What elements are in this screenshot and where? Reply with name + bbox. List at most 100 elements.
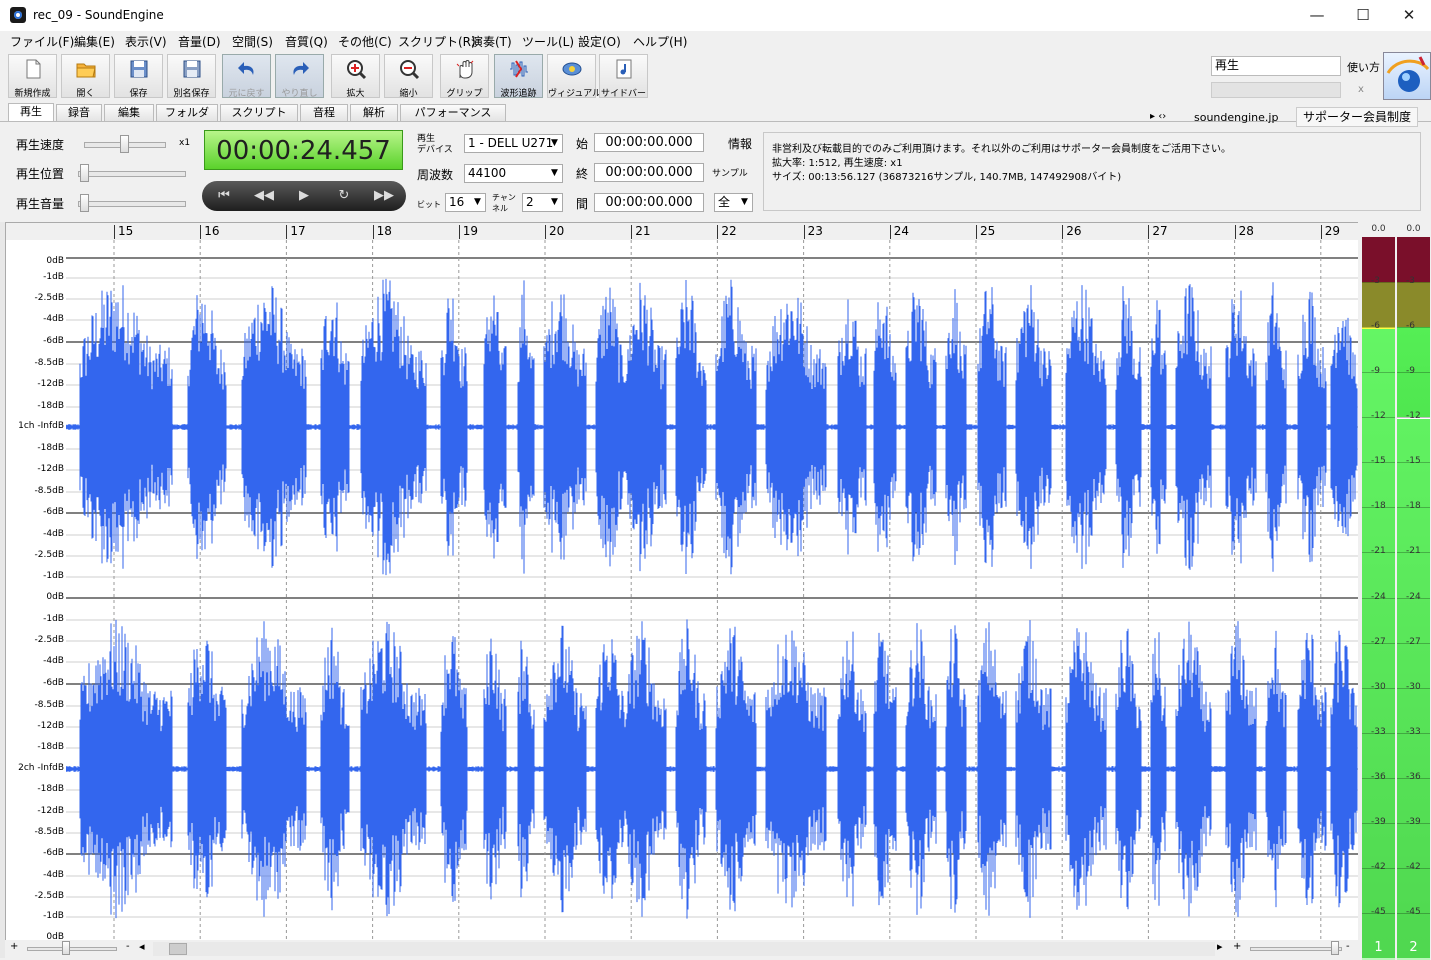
menu-edit[interactable]: 編集(E)	[74, 33, 115, 50]
start-time-field[interactable]: 00:00:00.000	[594, 133, 704, 152]
help-close-x[interactable]: x	[1358, 84, 1364, 95]
channel-select[interactable]: 2 ▼	[522, 193, 563, 212]
tab-pitch[interactable]: 音程	[300, 104, 348, 121]
zoom-slider-right[interactable]	[1250, 947, 1342, 951]
tab-script[interactable]: スクリプト	[220, 104, 298, 121]
length-time-field[interactable]: 00:00:00.000	[594, 193, 704, 212]
zoom-in-button[interactable]: 拡大	[331, 54, 380, 99]
speed-slider-thumb[interactable]	[120, 135, 129, 153]
zoom-out-label: 縮小	[399, 89, 418, 99]
tab-analysis[interactable]: 解析	[350, 104, 398, 121]
info-line-1: 非営利及び転載目的でのみご利用頂けます。それ以外のご利用はサポーター会員制度をご…	[772, 144, 1231, 155]
waveform-canvas[interactable]	[66, 240, 1358, 940]
help-search-field[interactable]: 再生	[1211, 56, 1341, 76]
grip-hand-icon	[456, 60, 474, 79]
redo-button[interactable]: やり直し	[275, 54, 324, 99]
info-panel: 非営利及び転載目的でのみご利用頂けます。それ以外のご利用はサポーター会員制度をご…	[763, 132, 1421, 211]
save-as-button[interactable]: 別名保存	[167, 54, 216, 99]
ruler-tick	[717, 225, 719, 239]
soundengine-logo[interactable]	[1383, 52, 1431, 100]
usage-label[interactable]: 使い方	[1347, 59, 1380, 75]
menu-view[interactable]: 表示(V)	[125, 33, 167, 50]
meter-scale-label: -15	[1371, 456, 1386, 467]
minimize-button[interactable]: —	[1294, 0, 1340, 31]
tab-record[interactable]: 録音	[56, 104, 102, 121]
volume-slider-thumb[interactable]	[80, 194, 89, 212]
tab-play[interactable]: 再生	[8, 103, 54, 122]
scroll-right-button[interactable]: ▸	[1217, 940, 1223, 953]
skip-start-button[interactable]: ⏮	[204, 181, 244, 211]
menu-volume[interactable]: 音量(D)	[178, 33, 221, 50]
menu-settings[interactable]: 設定(O)	[578, 33, 621, 50]
db-scale-label: -2.5dB	[34, 550, 64, 560]
menu-space[interactable]: 空間(S)	[232, 33, 273, 50]
zoom-slider-left[interactable]	[27, 947, 117, 951]
wave-track-button[interactable]: 波形追跡	[494, 54, 543, 99]
maximize-button[interactable]: ☐	[1340, 0, 1386, 31]
zoom-plus-left[interactable]: +	[10, 941, 18, 952]
play-button[interactable]: ▶	[284, 181, 324, 211]
bit-value: 16	[449, 195, 465, 209]
menu-script[interactable]: スクリプト(R)	[398, 33, 476, 50]
menu-help[interactable]: ヘルプ(H)	[633, 33, 687, 50]
wave-track-label: 波形追跡	[500, 89, 537, 99]
sidebar-button[interactable]: サイドバー	[599, 54, 648, 99]
unit-select[interactable]: 全 ▼	[714, 193, 753, 212]
visual-button[interactable]: ヴィジュアル	[547, 54, 601, 99]
grip-button[interactable]: グリップ	[440, 54, 489, 99]
supporter-button[interactable]: サポーター会員制度	[1296, 107, 1418, 127]
sample-label[interactable]: サンプル	[712, 166, 748, 179]
undo-icon	[238, 62, 254, 75]
rewind-button[interactable]: ◀◀	[244, 181, 284, 211]
time-ruler[interactable]: 15 16 17 18 19 20 21 22 23 24 25 26 27 28 29	[5, 222, 1358, 241]
menu-play[interactable]: 演奏(T)	[471, 33, 512, 50]
open-folder-icon	[76, 63, 96, 78]
zoom-minus-right[interactable]: -	[1346, 941, 1350, 952]
meter-scale-label: -12	[1371, 411, 1386, 422]
zoom-slider-right-thumb[interactable]	[1331, 941, 1339, 955]
waveform-view[interactable]	[66, 240, 1358, 940]
undo-button[interactable]: 元に戻す	[222, 54, 271, 99]
zoom-slider-left-thumb[interactable]	[62, 941, 70, 955]
channel-value: 2	[526, 195, 534, 209]
meter-scale-label: -24	[1371, 591, 1386, 602]
meter-scale-label: -33	[1406, 726, 1421, 737]
menu-quality[interactable]: 音質(Q)	[285, 33, 328, 50]
save-button[interactable]: 保存	[114, 54, 163, 99]
bit-select[interactable]: 16 ▼	[445, 193, 486, 212]
fast-forward-button[interactable]: ▶▶	[364, 181, 404, 211]
zoom-out-button[interactable]: 縮小	[384, 54, 433, 99]
site-arrows[interactable]: ▸ ‹›	[1150, 111, 1166, 122]
loop-button[interactable]: ↻	[324, 181, 364, 211]
end-label: 終	[576, 167, 589, 181]
ruler-tick	[1062, 225, 1064, 239]
zoom-plus-right[interactable]: +	[1233, 941, 1241, 952]
end-time-field[interactable]: 00:00:00.000	[594, 163, 704, 182]
position-slider[interactable]	[78, 171, 186, 177]
db-scale-label: -2.5dB	[34, 891, 64, 901]
tab-performance[interactable]: パフォーマンス	[400, 104, 506, 121]
zoom-minus-left[interactable]: -	[126, 941, 130, 952]
volume-slider[interactable]	[78, 201, 186, 207]
scroll-left-button[interactable]: ◂	[139, 940, 145, 953]
db-scale-label: -12dB	[37, 464, 64, 474]
menu-tool[interactable]: ツール(L)	[522, 33, 574, 50]
horizontal-scrollbar[interactable]	[153, 942, 1215, 956]
freq-select[interactable]: 44100 ▼	[464, 164, 563, 183]
close-button[interactable]: ✕	[1386, 0, 1431, 31]
tab-edit[interactable]: 編集	[104, 104, 154, 121]
scrollbar-thumb[interactable]	[169, 943, 187, 955]
tab-folder[interactable]: フォルダ	[156, 104, 218, 121]
menu-file[interactable]: ファイル(F)	[10, 33, 74, 50]
open-button[interactable]: 開く	[61, 54, 110, 99]
left-edge	[0, 222, 6, 958]
volume-label: 再生音量	[16, 197, 65, 211]
new-file-button[interactable]: 新規作成	[8, 54, 57, 99]
site-link[interactable]: soundengine.jp	[1194, 111, 1278, 124]
menu-other[interactable]: その他(C)	[338, 33, 392, 50]
meter-scale-label: -33	[1371, 726, 1386, 737]
db-scale-label: -4dB	[43, 529, 64, 539]
position-slider-thumb[interactable]	[80, 164, 89, 182]
meter-scale-label: -39	[1406, 816, 1421, 827]
device-select[interactable]: 1 - DELL U271 ▼	[464, 134, 563, 153]
